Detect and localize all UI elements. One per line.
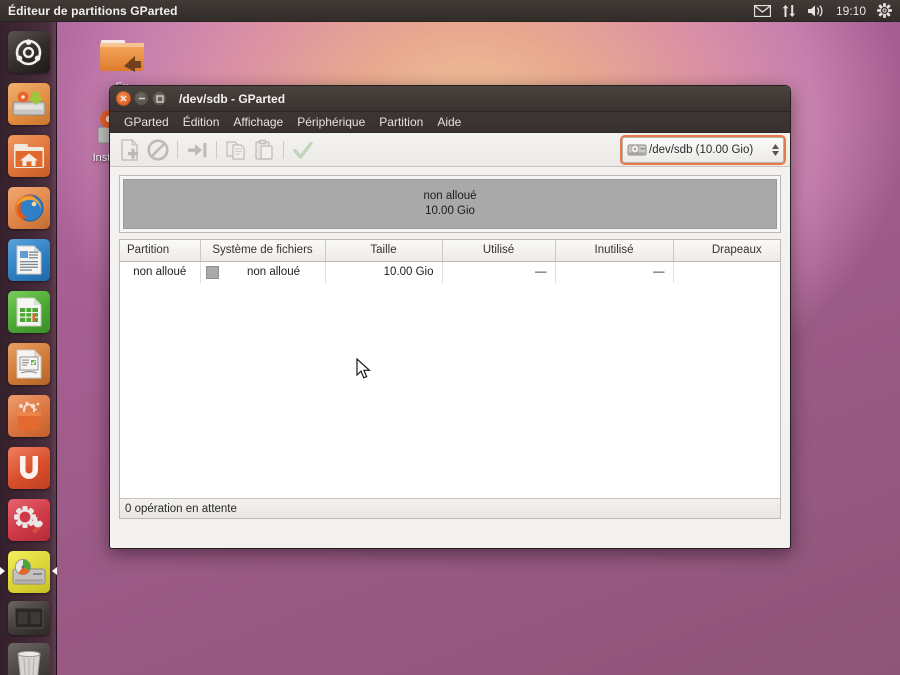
minimize-button[interactable] <box>134 91 149 106</box>
menu-partition[interactable]: Partition <box>372 112 430 133</box>
cell-filesystem: non alloué <box>200 261 326 283</box>
column-header-size[interactable]: Taille <box>325 240 443 262</box>
cell-partition: non alloué <box>120 261 201 283</box>
focused-indicator-right <box>52 567 57 575</box>
clock[interactable]: 19:10 <box>836 0 866 22</box>
window-titlebar[interactable]: /dev/sdb - GParted <box>110 86 790 112</box>
chevron-down-icon <box>772 150 779 156</box>
top-panel: Éditeur de partitions GParted 19:10 <box>0 0 900 22</box>
partition-table: Partition Système de fichiers Taille Uti… <box>119 239 781 519</box>
unity-launcher <box>0 22 57 675</box>
window-title: /dev/sdb - GParted <box>179 91 286 106</box>
delete-partition-button[interactable] <box>144 136 172 164</box>
device-combo[interactable]: /dev/sdb (10.00 Gio) <box>622 136 784 163</box>
menu-bar: GParted Édition Affichage Périphérique P… <box>110 112 790 133</box>
folder-shortcut-icon <box>100 40 144 72</box>
partition-graphic-unallocated[interactable]: non alloué 10.00 Gio <box>123 179 777 229</box>
apply-button[interactable] <box>289 136 317 164</box>
launcher-item-libreoffice-writer[interactable] <box>0 234 57 286</box>
partition-table-element: Partition Système de fichiers Taille Uti… <box>120 240 780 283</box>
column-header-unused[interactable]: Inutilisé <box>555 240 674 262</box>
panel-indicator-area: 19:10 <box>753 0 900 22</box>
partition-graphic-area: non alloué 10.00 Gio <box>119 175 781 233</box>
launcher-item-workspace-switcher[interactable] <box>0 598 57 638</box>
graphic-partition-label: non alloué <box>423 190 477 202</box>
launcher-item-trash[interactable] <box>0 638 57 675</box>
session-gear-icon[interactable] <box>877 0 892 22</box>
launcher-item-ubuntu-one[interactable] <box>0 442 57 494</box>
launcher-item-gparted[interactable] <box>0 546 57 598</box>
cell-used: — <box>442 261 556 283</box>
network-arrows-icon[interactable] <box>782 0 796 22</box>
launcher-item-software-center[interactable] <box>0 390 57 442</box>
status-bar: 0 opération en attente <box>120 498 780 518</box>
device-value: /dev/sdb (10.00 Gio) <box>649 143 754 156</box>
launcher-item-files-home[interactable] <box>0 130 57 182</box>
desktop: Éditeur de partitions GParted 19:10 /dev… <box>0 0 900 675</box>
new-partition-button[interactable] <box>116 136 144 164</box>
column-header-used[interactable]: Utilisé <box>442 240 556 262</box>
panel-window-title: Éditeur de partitions GParted <box>8 3 178 18</box>
mouse-cursor <box>356 358 371 379</box>
launcher-item-libreoffice-calc[interactable] <box>0 286 57 338</box>
column-header-flags[interactable]: Drapeaux <box>673 240 780 262</box>
maximize-button[interactable] <box>152 91 167 106</box>
table-header-row: Partition Système de fichiers Taille Uti… <box>120 240 780 262</box>
messaging-envelope-icon[interactable] <box>753 0 771 22</box>
resize-move-button[interactable] <box>183 136 211 164</box>
launcher-item-libreoffice-impress[interactable] <box>0 338 57 390</box>
menu-edition[interactable]: Édition <box>176 112 227 133</box>
cell-filesystem-label: non alloué <box>246 266 301 279</box>
gparted-window: /dev/sdb - GParted GParted Édition Affic… <box>109 85 791 549</box>
harddisk-icon <box>627 144 647 156</box>
running-indicator-left <box>0 567 5 575</box>
cell-unused: — <box>555 261 674 283</box>
copy-button[interactable] <box>222 136 250 164</box>
toolbar-separator <box>216 140 217 159</box>
launcher-item-firefox[interactable] <box>0 182 57 234</box>
cell-flags <box>673 261 780 283</box>
toolbar-separator <box>283 140 284 159</box>
menu-peripherique[interactable]: Périphérique <box>290 112 372 133</box>
column-header-filesystem[interactable]: Système de fichiers <box>200 240 326 262</box>
graphic-partition-size: 10.00 Gio <box>425 205 475 217</box>
close-button[interactable] <box>116 91 131 106</box>
launcher-item-disk-installer[interactable] <box>0 78 57 130</box>
menu-aide[interactable]: Aide <box>430 112 468 133</box>
combo-spinner[interactable] <box>767 143 779 156</box>
launcher-item-ubuntu-dash[interactable] <box>0 26 57 78</box>
menu-gparted[interactable]: GParted <box>117 112 176 133</box>
filesystem-color-swatch <box>205 265 219 279</box>
paste-button[interactable] <box>250 136 278 164</box>
column-header-partition[interactable]: Partition <box>120 240 201 262</box>
cell-size: 10.00 Gio <box>325 261 443 283</box>
tool-bar: /dev/sdb (10.00 Gio) <box>110 133 790 167</box>
launcher-item-system-settings[interactable] <box>0 494 57 546</box>
menu-affichage[interactable]: Affichage <box>226 112 290 133</box>
volume-speaker-icon[interactable] <box>807 0 825 22</box>
table-row[interactable]: non alloué non alloué 10.00 Gio — — <box>120 261 780 283</box>
chevron-up-icon <box>772 143 779 149</box>
toolbar-separator <box>177 140 178 159</box>
